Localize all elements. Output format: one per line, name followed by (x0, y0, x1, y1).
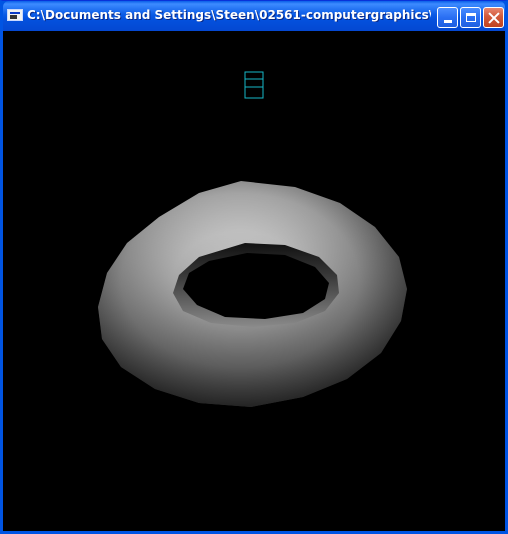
title-bar[interactable]: C:\Documents and Settings\Steen\02561-co… (3, 1, 505, 31)
maximize-icon (465, 13, 476, 22)
window-title: C:\Documents and Settings\Steen\02561-co… (27, 8, 431, 22)
scene-canvas (98, 71, 407, 407)
app-window: C:\Documents and Settings\Steen\02561-co… (0, 0, 508, 534)
console-window-icon[interactable] (7, 9, 23, 21)
minimize-icon (443, 20, 452, 23)
close-icon (488, 12, 500, 24)
minimize-button[interactable] (437, 7, 458, 28)
close-button[interactable] (483, 7, 504, 28)
opengl-viewport[interactable] (3, 31, 505, 531)
wireframe-cube (244, 71, 264, 99)
torus (98, 181, 407, 407)
maximize-button[interactable] (460, 7, 481, 28)
